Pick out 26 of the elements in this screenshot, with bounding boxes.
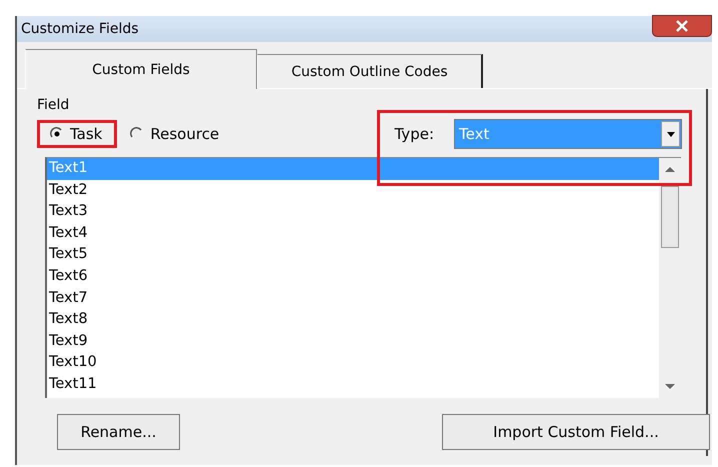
radio-option[interactable]: Resource [117,120,234,148]
list-item[interactable]: Text4 [47,222,659,244]
radio-option[interactable]: Task [37,120,118,148]
type-label: Type: [394,125,434,143]
dialog-button[interactable]: Rename... [57,414,180,450]
tab[interactable]: Custom Outline Codes [257,54,483,88]
close-icon [674,20,690,32]
scroll-up-icon[interactable] [665,166,675,172]
window-title: Customize Fields [20,21,139,37]
list-item[interactable]: Text9 [47,330,659,352]
list-item[interactable]: Text6 [47,266,659,288]
list-item[interactable]: Text2 [47,180,659,202]
list-item[interactable]: Text8 [47,309,659,331]
group-label: Field [37,97,70,113]
scroll-thumb[interactable] [661,186,679,248]
list-item[interactable]: Text7 [47,288,659,310]
list-item[interactable]: Text5 [47,244,659,266]
dropdown-button[interactable] [661,121,680,147]
list-item[interactable]: Text11 [47,374,659,396]
tab[interactable]: Custom Fields [25,49,257,89]
list-item[interactable]: Text3 [47,201,659,223]
dialog-button[interactable]: Import Custom Field... [442,414,710,450]
close-button[interactable] [652,15,712,37]
list-item[interactable]: Text10 [47,352,659,374]
caret-icon [666,132,674,136]
scroll-down-icon[interactable] [665,384,675,390]
